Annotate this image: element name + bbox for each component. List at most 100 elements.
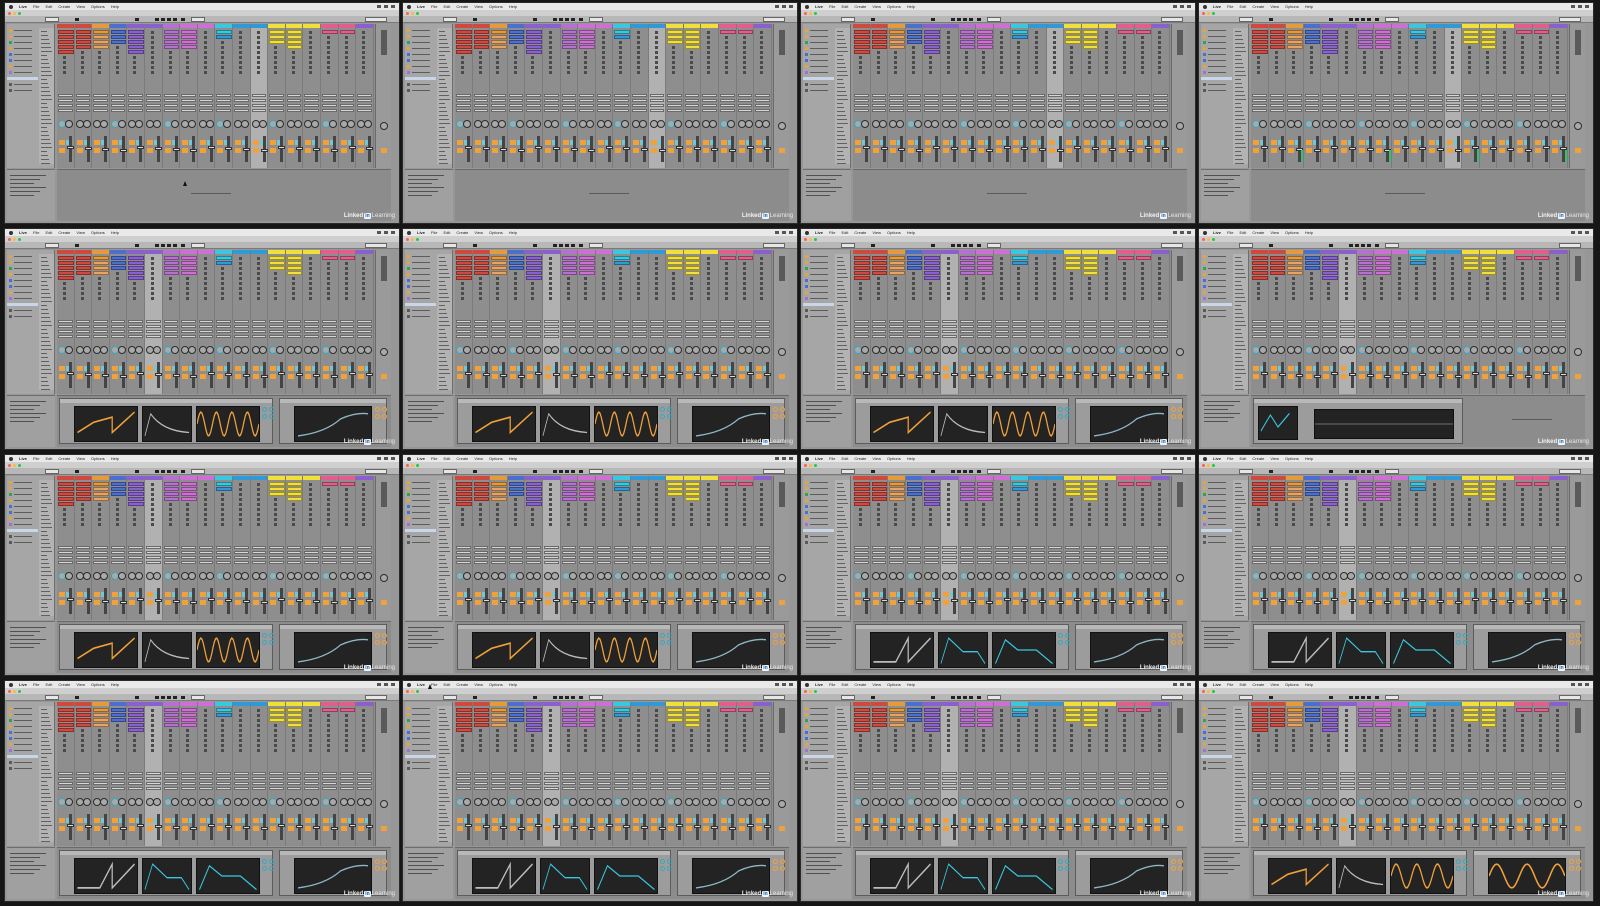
file-item[interactable]	[439, 309, 446, 310]
clip-slot-filled[interactable]	[1082, 271, 1099, 275]
clip-slot-filled[interactable]	[269, 35, 285, 39]
io-chooser[interactable]	[110, 551, 126, 554]
io-chooser[interactable]	[906, 99, 922, 102]
arm-button[interactable]	[94, 374, 101, 379]
battery-icon[interactable]	[782, 457, 786, 460]
file-item[interactable]	[837, 321, 847, 322]
io-chooser[interactable]	[994, 109, 1010, 112]
io-chooser[interactable]	[58, 320, 73, 323]
io-chooser[interactable]	[181, 330, 196, 333]
clip-stop-button[interactable]	[256, 277, 260, 280]
clip-slot-filled[interactable]	[75, 256, 92, 260]
clip-stop-button[interactable]	[654, 66, 658, 69]
io-chooser[interactable]	[871, 325, 887, 328]
clip-stop-button[interactable]	[619, 267, 623, 270]
track-header[interactable]	[321, 24, 338, 28]
clip-stop-button[interactable]	[203, 272, 207, 275]
io-chooser[interactable]	[58, 335, 73, 338]
file-item[interactable]	[41, 67, 50, 68]
clip-stop-button[interactable]	[1468, 277, 1472, 280]
file-item[interactable]	[1235, 155, 1242, 156]
clip-stop-button[interactable]	[947, 31, 950, 34]
send-b-knob[interactable]	[463, 120, 471, 128]
clip-stop-button[interactable]	[1070, 292, 1074, 295]
scene-launch-button[interactable]	[1575, 276, 1581, 281]
io-chooser[interactable]	[1304, 325, 1320, 328]
clip-stop-button[interactable]	[1274, 292, 1278, 295]
clip-stop-button[interactable]	[1450, 41, 1454, 44]
arm-button[interactable]	[492, 374, 499, 379]
menu-item-create[interactable]: Create	[854, 3, 866, 10]
io-chooser[interactable]	[924, 94, 939, 97]
clip-stop-button[interactable]	[344, 267, 348, 270]
clip-slot-filled[interactable]	[1410, 261, 1426, 265]
track-activator-button[interactable]	[1305, 366, 1312, 371]
clip-stop-button[interactable]	[742, 61, 746, 64]
clip-slot-filled[interactable]	[286, 30, 303, 34]
send-b-knob[interactable]	[1160, 346, 1169, 354]
clip-stop-button[interactable]	[1433, 277, 1436, 280]
file-item[interactable]	[1235, 87, 1243, 88]
clip-slot-filled[interactable]	[924, 30, 940, 34]
io-chooser[interactable]	[251, 561, 267, 564]
track-activator-button[interactable]	[76, 592, 83, 597]
io-chooser[interactable]	[75, 94, 91, 97]
clip-stop-button[interactable]	[186, 61, 190, 64]
track-activator-button[interactable]	[164, 140, 171, 145]
minimize-window-icon[interactable]	[411, 11, 414, 15]
io-chooser[interactable]	[959, 94, 975, 97]
clip-stop-button[interactable]	[1433, 297, 1436, 300]
clip-stop-button[interactable]	[461, 71, 464, 74]
clip-stop-button[interactable]	[619, 71, 623, 74]
io-chooser[interactable]	[110, 335, 126, 338]
clip-stop-button[interactable]	[1158, 287, 1162, 290]
track-activator-button[interactable]	[1358, 366, 1365, 371]
volume-fader[interactable]	[863, 372, 870, 375]
track-header[interactable]	[145, 250, 162, 254]
io-chooser[interactable]	[544, 325, 559, 328]
file-item[interactable]	[439, 47, 449, 48]
io-chooser[interactable]	[234, 94, 249, 97]
clip-stop-button[interactable]	[291, 282, 295, 285]
clip-stop-button[interactable]	[689, 282, 693, 285]
io-chooser[interactable]	[1428, 94, 1443, 97]
arm-button[interactable]	[129, 148, 136, 153]
menu-item-help[interactable]: Help	[907, 3, 915, 10]
track-header[interactable]	[1099, 250, 1116, 254]
arm-button[interactable]	[1429, 374, 1435, 379]
transport-button[interactable]	[957, 244, 961, 247]
file-item[interactable]	[439, 285, 446, 286]
clip-slot-filled[interactable]	[1304, 30, 1321, 34]
clip-stop-button[interactable]	[1450, 267, 1454, 270]
clip-slot-filled[interactable]	[1480, 261, 1497, 265]
clip-stop-button[interactable]	[362, 287, 366, 290]
clip-slot-filled[interactable]	[1082, 40, 1099, 44]
clip-stop-button[interactable]	[203, 41, 207, 44]
clip-stop-button[interactable]	[549, 282, 552, 285]
clip-stop-button[interactable]	[1035, 46, 1038, 49]
clip-stop-button[interactable]	[1397, 56, 1401, 59]
io-chooser[interactable]	[286, 330, 302, 333]
volume-fader[interactable]	[658, 149, 666, 152]
menu-item-help[interactable]: Help	[509, 455, 517, 462]
file-item[interactable]	[1235, 381, 1242, 382]
send-b-knob[interactable]	[1276, 346, 1285, 354]
browser-category[interactable]	[405, 285, 435, 288]
io-chooser[interactable]	[110, 99, 126, 102]
volume-fader[interactable]	[207, 598, 215, 601]
io-chooser[interactable]	[596, 109, 612, 112]
clip-stop-button[interactable]	[1140, 287, 1144, 290]
clip-stop-button[interactable]	[1327, 71, 1331, 74]
track-activator-button[interactable]	[1481, 366, 1488, 371]
browser-category[interactable]	[1201, 89, 1231, 92]
clip-stop-button[interactable]	[1035, 282, 1038, 285]
arm-button[interactable]	[199, 374, 206, 379]
clip-slot-filled[interactable]	[924, 40, 940, 44]
file-item[interactable]	[837, 143, 847, 144]
clip-stop-button[interactable]	[309, 498, 313, 501]
send-b-knob[interactable]	[744, 120, 753, 128]
io-chooser[interactable]	[684, 330, 700, 333]
send-b-knob[interactable]	[1001, 346, 1010, 354]
clip-stop-button[interactable]	[1538, 56, 1542, 59]
volume-fader[interactable]	[880, 373, 888, 376]
